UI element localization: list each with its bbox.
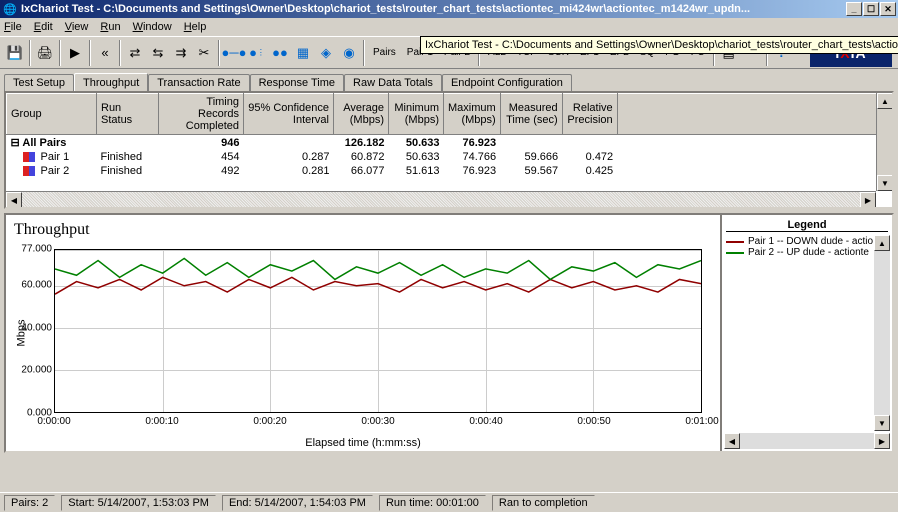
tabstrip: Test Setup Throughput Transaction Rate R… [0,69,898,91]
table-row[interactable]: Pair 2 Finished 492 0.281 66.077 51.613 … [7,164,892,178]
menubar: File Edit View Run Window Help [0,18,898,36]
pair-hw-icon[interactable]: ⇆ [147,42,169,64]
collapse-icon[interactable]: ⊟ [11,137,20,149]
graph6-icon[interactable]: ◉ [338,42,360,64]
legend-swatch [726,241,744,243]
pair-icon [23,166,35,176]
results-grid: Group Run Status Timing Records Complete… [4,91,894,209]
pair-add-icon[interactable]: ⇄ [124,42,146,64]
menu-help[interactable]: Help [184,21,207,33]
tab-test-setup[interactable]: Test Setup [4,74,74,92]
y-tick: 77.000 [21,244,52,255]
y-tick: 20.000 [21,365,52,376]
grid-vscroll[interactable]: ▲ ▼ [876,93,892,191]
tab-transaction-rate[interactable]: Transaction Rate [148,74,249,92]
plot-area [54,249,702,413]
run-icon[interactable]: ▶ [64,42,86,64]
tooltip: IxChariot Test - C:\Documents and Settin… [420,36,898,54]
col-avg[interactable]: Average (Mbps) [334,94,389,135]
x-tick: 0:00:40 [469,416,502,427]
titlebar: 🌐 IxChariot Test - C:\Documents and Sett… [0,0,898,18]
col-timing[interactable]: Timing Records Completed [159,94,244,135]
x-tick: 0:00:20 [253,416,286,427]
chart-area: Throughput Mbps Elapsed time (h:mm:ss) 0… [6,215,720,451]
graph3-icon[interactable]: ●● [269,42,291,64]
tab-response-time[interactable]: Response Time [250,74,344,92]
legend-label: Pair 2 -- UP dude - actionte [748,247,869,258]
x-tick: 0:00:30 [361,416,394,427]
scroll-left-icon[interactable]: ◀ [6,192,22,208]
maximize-button[interactable]: ☐ [863,2,879,16]
menu-view[interactable]: View [65,21,89,33]
window-title: IxChariot Test - C:\Documents and Settin… [21,3,846,15]
app-icon: 🌐 [2,1,18,17]
y-tick: 40.000 [21,322,52,333]
scroll-down-icon[interactable]: ▼ [877,175,893,191]
grid-hscroll[interactable]: ◀ ▶ [6,191,876,207]
status-start: Start: 5/14/2007, 1:53:03 PM [61,495,216,511]
menu-window[interactable]: Window [133,21,172,33]
statusbar: Pairs: 2 Start: 5/14/2007, 1:53:03 PM En… [0,492,898,512]
x-tick: 0:00:10 [145,416,178,427]
col-min[interactable]: Minimum (Mbps) [389,94,444,135]
menu-edit[interactable]: Edit [34,21,53,33]
scroll-down-icon[interactable]: ▼ [874,415,890,431]
graph2-icon[interactable]: ●⋮ [246,42,268,64]
legend-vscroll[interactable]: ▲ ▼ [874,235,890,431]
graph1-icon[interactable]: ●─● [223,42,245,64]
status-pairs: Pairs: 2 [4,495,55,511]
scroll-up-icon[interactable]: ▲ [874,235,890,251]
legend-item[interactable]: Pair 2 -- UP dude - actionte [726,247,888,258]
col-spacer [617,94,891,135]
pairs-button[interactable]: Pairs [368,42,401,64]
col-group[interactable]: Group [7,94,97,135]
scroll-right-icon[interactable]: ▶ [874,433,890,449]
tab-throughput[interactable]: Throughput [74,73,148,91]
scroll-up-icon[interactable]: ▲ [877,93,893,109]
legend-panel: Legend Pair 1 -- DOWN dude - actioPair 2… [720,215,892,451]
x-tick: 0:01:00 [685,416,718,427]
back-icon[interactable]: « [94,42,116,64]
print-icon[interactable]: 🖨 [34,42,56,64]
legend-title: Legend [726,219,888,232]
legend-swatch [726,252,744,254]
status-completion: Ran to completion [492,495,595,511]
col-precision[interactable]: Relative Precision [562,94,617,135]
x-tick: 0:00:50 [577,416,610,427]
pair-icon [23,152,35,162]
legend-item[interactable]: Pair 1 -- DOWN dude - actio [726,236,888,247]
chart-title: Throughput [14,221,712,239]
legend-hscroll[interactable]: ◀ ▶ [724,433,890,449]
save-icon[interactable]: 💾 [4,42,26,64]
scroll-right-icon[interactable]: ▶ [860,192,876,208]
pair-voip-icon[interactable]: ✂ [193,42,215,64]
menu-file[interactable]: File [4,21,22,33]
x-axis-label: Elapsed time (h:mm:ss) [305,437,421,449]
scroll-left-icon[interactable]: ◀ [724,433,740,449]
legend-label: Pair 1 -- DOWN dude - actio [748,236,873,247]
col-confidence[interactable]: 95% Confidence Interval [244,94,334,135]
tab-endpoint-config[interactable]: Endpoint Configuration [442,74,572,92]
summary-row[interactable]: ⊟ All Pairs 946 126.182 50.633 76.923 [7,135,892,151]
col-max[interactable]: Maximum (Mbps) [444,94,501,135]
col-measured[interactable]: Measured Time (sec) [500,94,562,135]
table-row[interactable]: Pair 1 Finished 454 0.287 60.872 50.633 … [7,150,892,164]
status-end: End: 5/14/2007, 1:54:03 PM [222,495,373,511]
menu-run[interactable]: Run [100,21,120,33]
close-button[interactable]: ✕ [880,2,896,16]
graph5-icon[interactable]: ◈ [315,42,337,64]
minimize-button[interactable]: _ [846,2,862,16]
pair-mc-icon[interactable]: ⇉ [170,42,192,64]
x-tick: 0:00:00 [37,416,70,427]
col-run-status[interactable]: Run Status [97,94,159,135]
graph4-icon[interactable]: ▦ [292,42,314,64]
tab-raw-data-totals[interactable]: Raw Data Totals [344,74,442,92]
chart-panel: Throughput Mbps Elapsed time (h:mm:ss) 0… [4,213,894,453]
status-runtime: Run time: 00:01:00 [379,495,486,511]
y-tick: 60.000 [21,280,52,291]
